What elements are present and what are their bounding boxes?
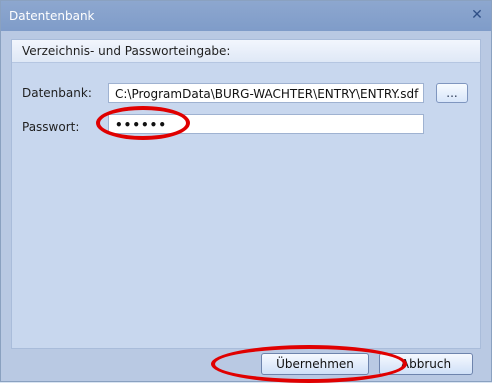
password-label: Passwort: [22,120,80,134]
title-bar: Datentenbank ✕ [1,1,491,31]
window-title: Datentenbank [9,9,95,23]
close-icon[interactable]: ✕ [469,7,485,23]
dialog-footer: Übernehmen Abbruch [11,345,481,383]
password-highlight-circle [96,106,190,140]
database-dialog: Datentenbank ✕ Verzeichnis- und Passwort… [0,0,492,383]
panel-header: Verzeichnis- und Passworteingabe: [12,40,480,63]
database-path-field[interactable]: C:\ProgramData\BURG-WACHTER\ENTRY\ENTRY.… [108,83,424,103]
browse-button[interactable]: ... [436,83,468,103]
settings-panel: Verzeichnis- und Passworteingabe: Datenb… [11,39,481,349]
apply-highlight-circle [211,345,407,383]
database-label: Datenbank: [22,86,92,100]
